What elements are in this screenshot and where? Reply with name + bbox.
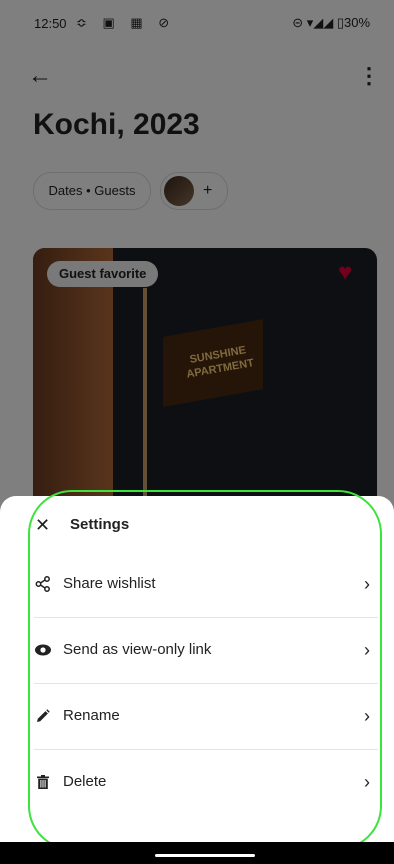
navigation-bar	[0, 842, 394, 864]
home-indicator[interactable]	[155, 854, 255, 857]
highlight-outline	[28, 490, 382, 850]
